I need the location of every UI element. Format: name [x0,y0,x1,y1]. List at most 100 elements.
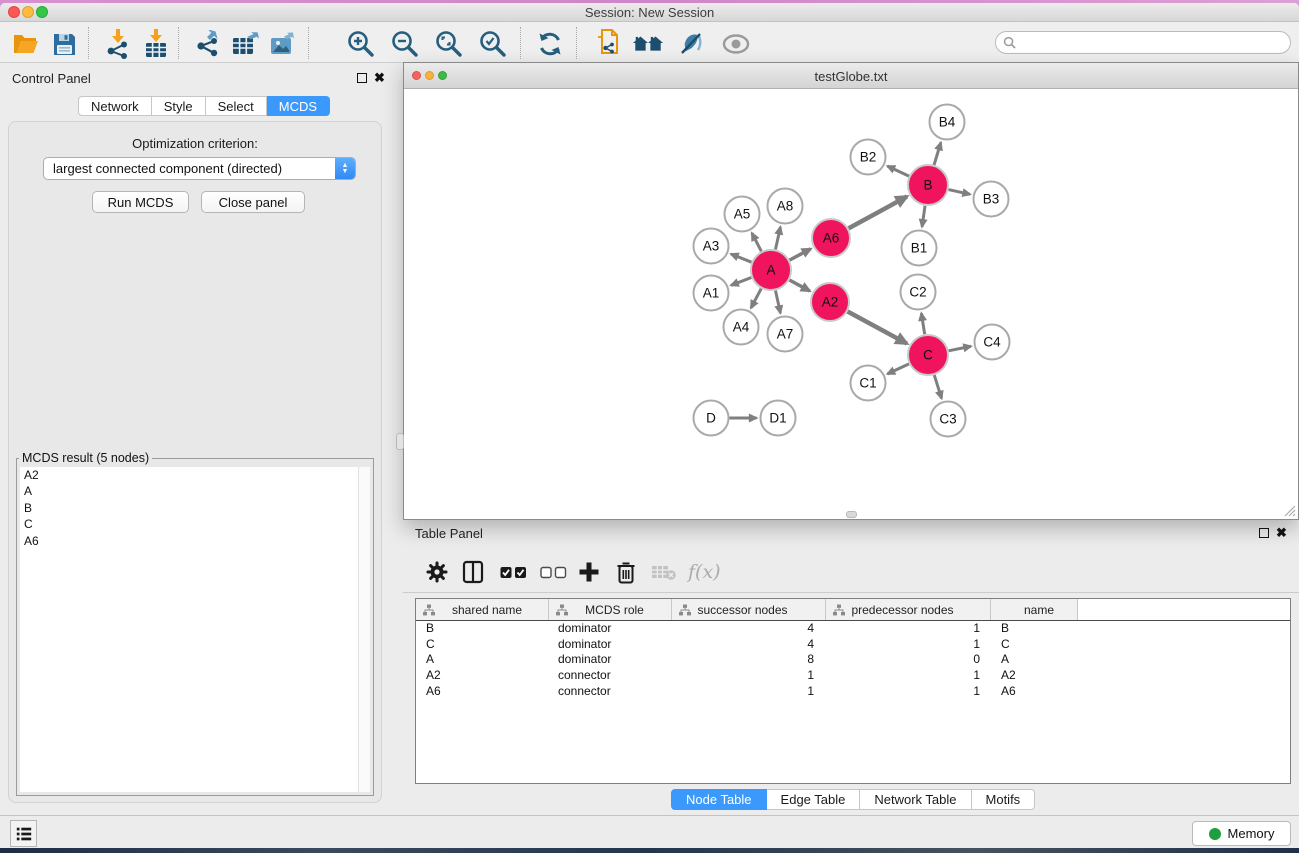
network-canvas[interactable]: A B C A2 A6 A1 A3 A4 A5 A7 A8 B1 B2 B3 B4 C1 C2 C3 C4 D D1 [404,89,1298,519]
export-network-icon[interactable] [192,28,224,60]
graph-node-B2[interactable]: B2 [851,140,886,175]
import-network-icon[interactable] [102,28,134,60]
add-column-icon[interactable] [578,558,600,586]
export-table-icon[interactable] [230,28,262,60]
table-cell: 4 [672,637,826,653]
graph-node-A[interactable]: A [751,250,791,290]
table-cell: A6 [991,684,1077,700]
graph-node-C3[interactable]: C3 [931,402,966,437]
graph-node-C2[interactable]: C2 [901,275,936,310]
tab-network-table[interactable]: Network Table [860,789,971,810]
control-panel-float-button[interactable] [357,73,367,83]
import-table-icon[interactable] [140,28,172,60]
svg-text:A5: A5 [734,207,751,222]
zoom-selected-icon[interactable] [477,28,509,60]
delete-column-icon[interactable] [615,558,637,586]
table-options-icon[interactable] [425,558,449,586]
select-all-columns-icon[interactable] [500,558,527,586]
memory-button[interactable]: Memory [1192,821,1291,846]
tab-mcds[interactable]: MCDS [267,96,330,116]
home-icon[interactable] [632,28,664,60]
tab-network[interactable]: Network [78,96,152,116]
table-cell: 0 [826,652,991,668]
column-header-name[interactable]: name [991,599,1077,620]
graph-node-A4[interactable]: A4 [724,310,759,345]
zoom-out-icon[interactable] [389,28,421,60]
table-panel-float-button[interactable] [1259,528,1269,538]
resize-grip-icon[interactable] [1282,503,1296,517]
zoom-in-icon[interactable] [345,28,377,60]
edge-A-A5 [752,233,761,251]
svg-text:B4: B4 [939,115,956,130]
network-vertical-scrollbar[interactable] [396,433,404,450]
table-cell: 4 [672,621,826,637]
graph-node-A7[interactable]: A7 [768,317,803,352]
svg-text:A6: A6 [823,231,840,246]
optimization-criterion-select[interactable]: largest connected component (directed) ▲… [43,157,356,180]
graph-node-B4[interactable]: B4 [930,105,965,140]
column-header-successor-nodes[interactable]: successor nodes [672,599,826,620]
graphics-details-icon[interactable] [676,28,708,60]
graph-node-B3[interactable]: B3 [974,182,1009,217]
refresh-layout-icon[interactable] [534,28,566,60]
search-box [995,31,1291,54]
run-mcds-button[interactable]: Run MCDS [92,191,189,213]
graph-node-A6[interactable]: A6 [812,219,850,257]
tab-style[interactable]: Style [152,96,206,116]
mcds-result-group: MCDS result (5 nodes) A2ABCA6 [16,451,374,796]
svg-text:D: D [706,411,716,426]
graph-node-A5[interactable]: A5 [725,197,760,232]
open-session-icon[interactable] [10,28,42,60]
search-input[interactable] [1020,34,1290,52]
table-row[interactable]: A2connector11A2 [416,668,1290,684]
show-hide-panels-icon[interactable] [720,28,752,60]
graph-node-A3[interactable]: A3 [694,229,729,264]
mcds-result-item[interactable]: A [20,484,358,501]
network-horizontal-scrollbar[interactable] [846,511,857,518]
table-panel-close-icon[interactable]: ✖ [1276,525,1287,541]
delete-table-icon[interactable] [651,558,677,586]
svg-text:C4: C4 [983,335,1001,350]
column-visibility-icon[interactable] [461,558,485,586]
table-row[interactable]: Cdominator41C [416,637,1290,653]
mcds-result-item[interactable]: C [20,517,358,534]
table-panel-title: Table Panel [415,526,483,541]
graph-node-A8[interactable]: A8 [768,189,803,224]
table-cell: A [991,652,1077,668]
column-header-shared-name[interactable]: shared name [416,599,549,620]
graph-node-A2[interactable]: A2 [811,283,849,321]
mcds-result-item[interactable]: A6 [20,533,358,550]
function-builder-icon[interactable]: f(x) [688,558,721,586]
graph-node-D[interactable]: D [694,401,729,436]
graph-node-D1[interactable]: D1 [761,401,796,436]
zoom-fit-icon[interactable] [433,28,465,60]
tab-motifs[interactable]: Motifs [972,789,1036,810]
table-row[interactable]: A6connector11A6 [416,684,1290,700]
mcds-result-scrollbar[interactable] [358,467,370,792]
mcds-result-item[interactable]: B [20,500,358,517]
tab-node-table[interactable]: Node Table [671,789,767,810]
graph-node-B[interactable]: B [908,165,948,205]
control-panel-close-icon[interactable]: ✖ [374,70,385,86]
edge-C-C2 [921,313,924,334]
graph-node-B1[interactable]: B1 [902,231,937,266]
graph-node-C1[interactable]: C1 [851,366,886,401]
network-from-selection-icon[interactable] [592,28,624,60]
graph-node-A1[interactable]: A1 [694,276,729,311]
tab-edge-table[interactable]: Edge Table [767,789,861,810]
table-row[interactable]: Adominator80A [416,652,1290,668]
toolbar-separator [308,27,309,59]
column-header-MCDS-role[interactable]: MCDS role [549,599,672,620]
svg-text:A4: A4 [733,320,750,335]
export-image-icon[interactable] [268,28,300,60]
close-panel-button[interactable]: Close panel [201,191,305,213]
deselect-all-columns-icon[interactable] [540,558,567,586]
column-header-predecessor-nodes[interactable]: predecessor nodes [826,599,991,620]
graph-node-C4[interactable]: C4 [975,325,1010,360]
task-history-button[interactable] [10,820,37,847]
graph-node-C[interactable]: C [908,335,948,375]
tab-select[interactable]: Select [206,96,267,116]
save-session-icon[interactable] [48,28,80,60]
mcds-result-item[interactable]: A2 [20,467,358,484]
table-row[interactable]: Bdominator41B [416,621,1290,637]
